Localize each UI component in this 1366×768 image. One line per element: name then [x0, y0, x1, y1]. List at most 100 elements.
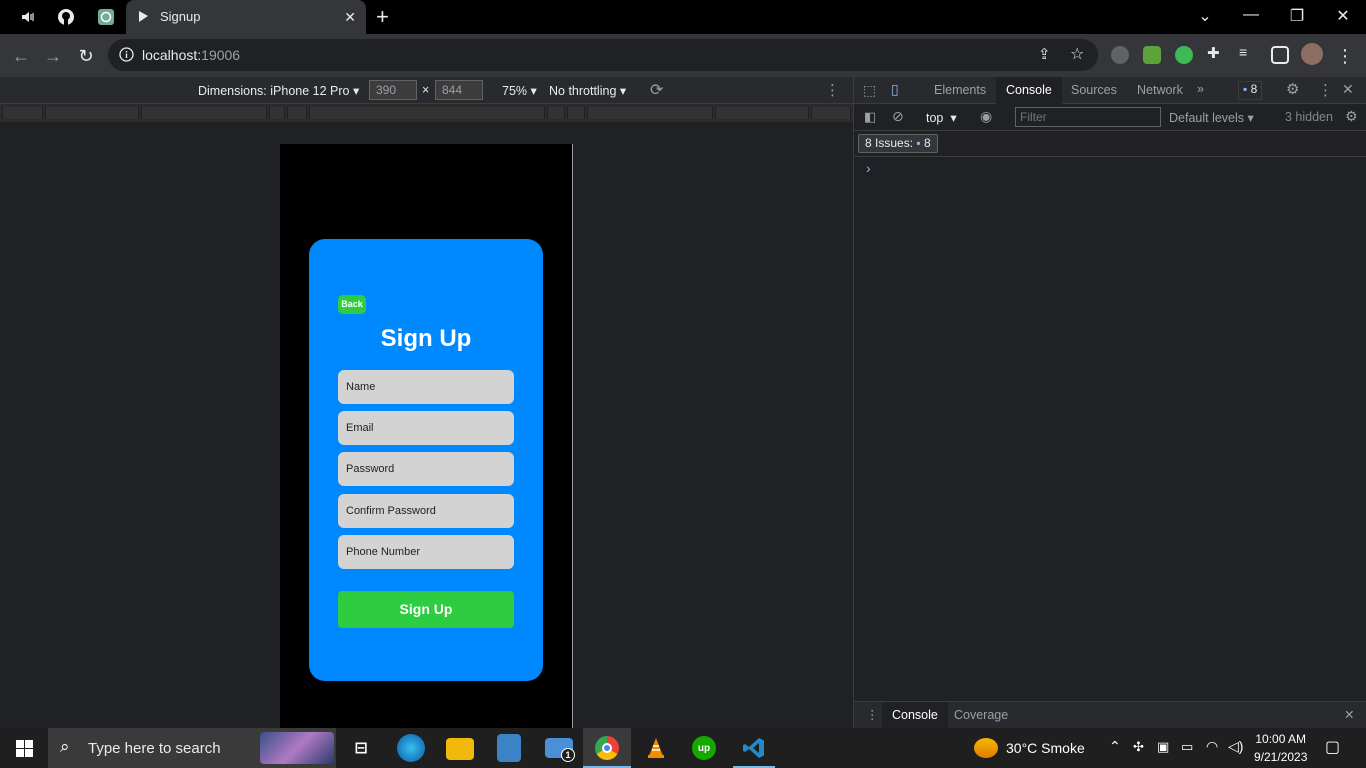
settings-gear-icon[interactable]: ⚙ — [1286, 80, 1299, 98]
more-tabs-icon[interactable]: » — [1197, 82, 1204, 96]
ruler-segment[interactable] — [547, 107, 565, 119]
tab-sources[interactable]: Sources — [1061, 77, 1127, 104]
device-more-icon[interactable]: ⋮ — [825, 81, 840, 99]
forward-nav-icon[interactable]: → — [42, 45, 64, 67]
tray-chevron-icon[interactable]: ⌃ — [1109, 738, 1121, 755]
meet-now-icon[interactable]: ▣ — [1157, 739, 1169, 755]
ruler-segment[interactable] — [715, 107, 809, 119]
confirm-password-field[interactable] — [338, 494, 514, 528]
close-window-icon[interactable]: ✕ — [1333, 6, 1353, 26]
close-devtools-icon[interactable]: ✕ — [1342, 81, 1354, 98]
wifi-icon[interactable]: ◠ — [1206, 738, 1218, 755]
tab-network[interactable]: Network — [1127, 77, 1193, 104]
height-input[interactable]: 844 — [435, 80, 483, 100]
extensions-puzzle-icon[interactable]: ✚ — [1207, 44, 1225, 62]
battery-icon[interactable]: ▭ — [1181, 739, 1193, 755]
volume-icon[interactable]: ◁) — [1228, 738, 1243, 755]
sidebar-toggle-icon[interactable]: ◧ — [864, 109, 876, 125]
context-select[interactable]: top ▾ — [926, 110, 957, 125]
device-select[interactable]: Dimensions: iPhone 12 Pro ▾ — [198, 83, 359, 98]
drawer-tab-coverage[interactable]: Coverage — [944, 702, 1018, 729]
ruler-segment[interactable] — [567, 107, 585, 119]
minimize-icon[interactable]: — — [1241, 6, 1261, 24]
media-queue-icon[interactable]: ≡ — [1239, 44, 1257, 62]
width-input[interactable]: 390 — [369, 80, 417, 100]
log-levels-select[interactable]: Default levels ▾ — [1169, 110, 1254, 125]
restore-icon[interactable]: ❐ — [1287, 6, 1307, 26]
rotate-icon[interactable]: ⟳ — [650, 80, 663, 100]
name-field[interactable] — [338, 370, 514, 404]
store-icon[interactable] — [497, 734, 521, 762]
device-viewport: Back Sign Up Sign Up — [280, 144, 573, 728]
console-filter-input[interactable] — [1015, 107, 1161, 127]
task-view-icon[interactable]: ⊟ — [347, 734, 375, 762]
device-toggle-icon[interactable]: ▯ — [891, 81, 899, 98]
tab-search-icon[interactable]: ⌄ — [1195, 6, 1215, 26]
signup-card: Back Sign Up Sign Up — [309, 239, 543, 681]
ruler-segment[interactable] — [287, 107, 307, 119]
tab-elements[interactable]: Elements — [924, 77, 996, 104]
side-panel-icon[interactable] — [1271, 46, 1289, 64]
share-icon[interactable]: ⇪ — [1038, 45, 1051, 63]
vscode-taskbar-item[interactable] — [733, 728, 775, 768]
hidden-count: 3 hidden — [1285, 110, 1333, 124]
drawer-tab-console[interactable]: Console — [882, 702, 948, 729]
email-field[interactable] — [338, 411, 514, 445]
address-bar[interactable]: localhost:19006 ⇪ ☆ — [108, 39, 1098, 71]
speaker-icon[interactable] — [18, 7, 38, 27]
vlc-icon[interactable] — [642, 734, 670, 762]
color-extension-icon[interactable] — [1175, 46, 1193, 64]
system-clock[interactable]: 10:00 AM 9/21/2023 — [1254, 730, 1307, 766]
clear-console-icon[interactable]: ⊘ — [892, 108, 904, 125]
reload-icon[interactable]: ↻ — [75, 45, 97, 67]
tab-signup[interactable]: Signup ✕ — [126, 0, 366, 34]
zoom-select[interactable]: 75% ▾ — [502, 83, 537, 98]
vscode-icon — [742, 736, 766, 760]
profile-avatar[interactable] — [1301, 43, 1323, 65]
back-button[interactable]: Back — [338, 295, 366, 314]
info-icon[interactable] — [119, 47, 134, 62]
issues-counter[interactable]: ▪ 8 — [1238, 81, 1263, 100]
chrome-taskbar-item[interactable] — [583, 728, 631, 768]
signup-button[interactable]: Sign Up — [338, 591, 514, 628]
cart-extension-icon[interactable] — [1143, 46, 1161, 64]
ruler-segment[interactable] — [309, 107, 545, 119]
skype-extension-icon[interactable] — [1111, 46, 1129, 64]
weather-icon[interactable] — [974, 738, 998, 758]
mail-icon[interactable]: 1 — [545, 738, 575, 762]
ruler-segment[interactable] — [141, 107, 267, 119]
password-field[interactable] — [338, 452, 514, 486]
throttling-select[interactable]: No throttling ▾ — [549, 83, 626, 98]
console-settings-icon[interactable]: ⚙ — [1345, 108, 1358, 125]
live-expression-eye-icon[interactable]: ◉ — [980, 108, 992, 125]
file-explorer-icon[interactable] — [446, 738, 474, 760]
ruler-segment[interactable] — [587, 107, 713, 119]
weather-text[interactable]: 30°C Smoke — [1006, 740, 1085, 756]
bookmark-star-icon[interactable]: ☆ — [1070, 44, 1084, 64]
close-tab-icon[interactable]: ✕ — [344, 9, 356, 25]
ruler-segment[interactable] — [45, 107, 139, 119]
issues-button[interactable]: 8 Issues: ▪ 8 — [858, 134, 938, 153]
mail-badge: 1 — [561, 748, 575, 762]
edge-icon[interactable] — [397, 734, 425, 762]
taskbar-search[interactable]: ⌕ Type here to search — [48, 728, 336, 768]
console-prompt[interactable]: › — [866, 160, 871, 176]
back-nav-icon[interactable]: ← — [10, 45, 32, 67]
close-drawer-icon[interactable]: ✕ — [1344, 707, 1354, 722]
phone-number-field[interactable] — [338, 535, 514, 569]
new-tab-button[interactable]: + — [376, 6, 389, 28]
ruler-segment[interactable] — [811, 107, 851, 119]
github-tab-icon[interactable] — [56, 7, 76, 27]
devtools-more-icon[interactable]: ⋮ — [1318, 81, 1333, 99]
chatgpt-tab-icon[interactable] — [96, 7, 116, 27]
slack-tray-icon[interactable]: ✣ — [1133, 739, 1144, 755]
drawer-menu-icon[interactable]: ⋮ — [866, 707, 879, 722]
menu-kebab-icon[interactable]: ⋮ — [1334, 45, 1356, 67]
ruler-segment[interactable] — [2, 107, 43, 119]
ruler-segment[interactable] — [269, 107, 285, 119]
windows-start-icon[interactable] — [16, 740, 33, 757]
upwork-icon[interactable]: up — [692, 736, 716, 760]
tab-console[interactable]: Console — [996, 77, 1062, 104]
notifications-icon[interactable]: ▢ — [1325, 737, 1340, 757]
inspect-element-icon[interactable]: ⬚ — [863, 82, 876, 99]
